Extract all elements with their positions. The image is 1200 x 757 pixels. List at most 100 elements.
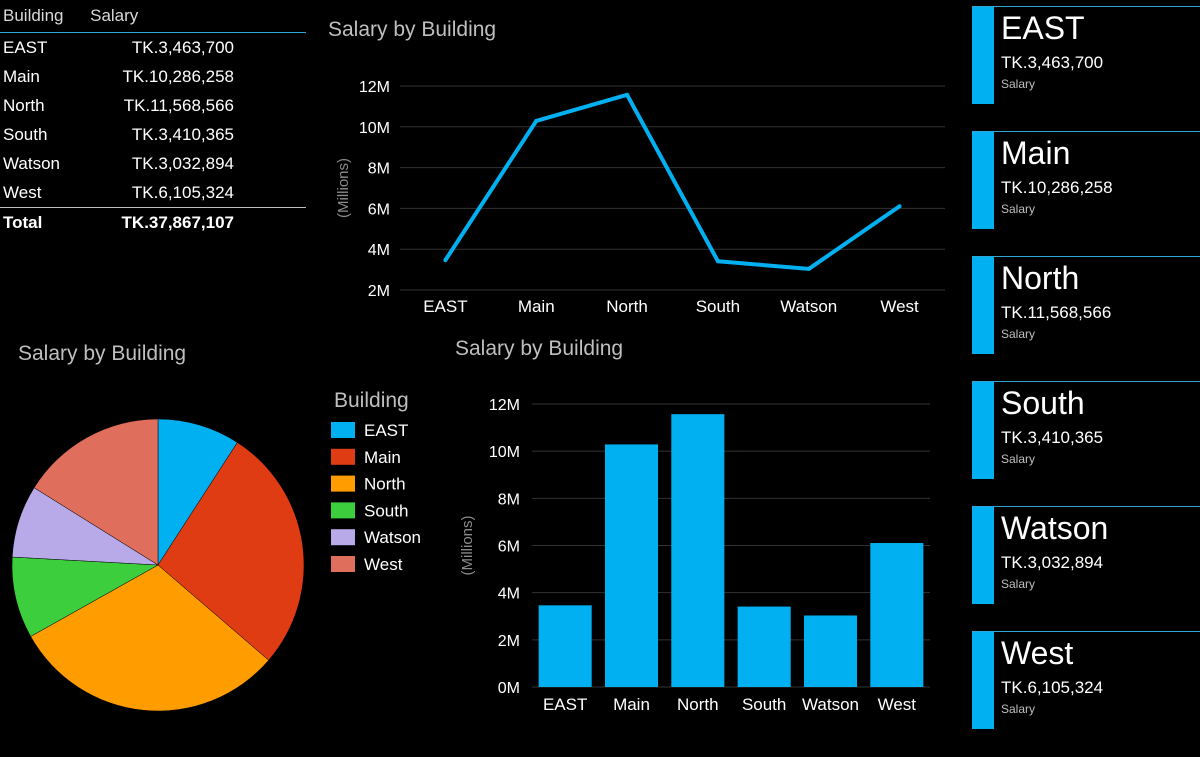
y-axis-label: (Millions)	[459, 515, 476, 575]
cell-salary: TK.3,032,894	[131, 153, 234, 173]
y-tick-label: 8M	[368, 161, 390, 178]
bar	[604, 444, 659, 687]
card-title: Main	[1001, 135, 1071, 171]
data-point	[625, 92, 630, 97]
data-point	[443, 258, 448, 263]
card-label: Salary	[1001, 452, 1036, 466]
data-point	[534, 118, 539, 123]
card-watson[interactable]: Watson TK.3,032,894 Salary	[972, 506, 1200, 604]
legend-label: North	[364, 475, 406, 494]
y-tick-label: 8M	[498, 491, 520, 508]
x-tick-label: South	[696, 297, 740, 316]
pie-chart-title: Salary by Building	[18, 342, 187, 365]
x-tick-label: West	[878, 695, 917, 714]
bar	[870, 543, 924, 687]
legend-swatch	[331, 529, 355, 546]
y-tick-label: 2M	[498, 633, 520, 650]
card-south[interactable]: South TK.3,410,365 Salary	[972, 381, 1200, 479]
x-tick-label: North	[677, 695, 719, 714]
legend-label: Watson	[364, 528, 421, 547]
total-value: TK.37,867,107	[80, 207, 306, 238]
y-tick-label: 6M	[368, 201, 390, 218]
x-tick-label: Watson	[780, 297, 837, 316]
card-west[interactable]: West TK.6,105,324 Salary	[972, 631, 1200, 729]
card-label: Salary	[1001, 577, 1036, 591]
line-chart-title: Salary by Building	[328, 18, 497, 41]
x-tick-label: Main	[518, 297, 555, 316]
legend-swatch	[331, 556, 355, 572]
pie-chart: Building EAST Main North South Watson West	[11, 389, 421, 712]
bar-chart: 0M 2M 4M 6M 8M 10M 12M (Millions) EAST Main North S…	[459, 397, 930, 714]
card-accent-bar	[972, 257, 994, 354]
x-tick-label: EAST	[423, 297, 467, 316]
x-tick-label: Main	[613, 695, 650, 714]
bar	[737, 606, 791, 687]
table-row: South TK.3,410,365	[0, 120, 306, 149]
y-tick-label: 10M	[359, 120, 390, 137]
legend-swatch	[331, 422, 355, 438]
legend-label: West	[364, 555, 403, 574]
bar	[803, 615, 858, 687]
card-accent-bar	[972, 382, 994, 479]
legend-label: EAST	[364, 421, 408, 440]
bar-chart-title: Salary by Building	[455, 337, 624, 360]
card-value: TK.3,410,365	[1001, 428, 1104, 447]
table-row: EAST TK.3,463,700	[0, 33, 306, 63]
legend-title: Building	[334, 389, 409, 412]
card-east[interactable]: EAST TK.3,463,700 Salary	[972, 6, 1200, 104]
total-label: Total	[0, 207, 81, 238]
card-title: West	[1001, 635, 1074, 671]
card-title: South	[1001, 385, 1085, 421]
card-value: TK.10,286,258	[1001, 178, 1113, 197]
card-label: Salary	[1001, 202, 1036, 216]
card-title: EAST	[1001, 10, 1085, 46]
cell-building: West	[3, 182, 42, 202]
table-total-row: Total TK.37,867,107	[0, 207, 306, 238]
y-tick-label: 12M	[489, 397, 520, 414]
table-row: North TK.11,568,566	[0, 91, 306, 120]
card-main[interactable]: Main TK.10,286,258 Salary	[972, 131, 1200, 229]
y-tick-label: 4M	[368, 242, 390, 259]
card-value: TK.11,568,566	[1001, 303, 1112, 322]
table-header-row: Building Salary	[0, 0, 306, 33]
x-tick-label: West	[880, 297, 919, 316]
legend-swatch	[331, 448, 355, 465]
y-tick-label: 6M	[498, 539, 520, 556]
x-tick-label: Watson	[802, 695, 859, 714]
cell-salary: TK.6,105,324	[131, 182, 234, 202]
card-value: TK.3,032,894	[1001, 553, 1104, 572]
card-label: Salary	[1001, 327, 1036, 341]
cell-building: Watson	[3, 153, 61, 173]
legend-swatch	[331, 502, 355, 519]
card-accent-bar	[972, 7, 994, 104]
cell-building: Main	[3, 66, 40, 86]
bar	[538, 605, 592, 687]
card-title: Watson	[1001, 510, 1109, 546]
series-line	[443, 92, 901, 271]
card-accent-bar	[972, 507, 994, 604]
column-header-building[interactable]: Building	[0, 0, 81, 33]
cell-salary: TK.3,463,700	[131, 37, 234, 57]
x-tick-label: North	[606, 297, 648, 316]
card-value: TK.6,105,324	[1001, 678, 1104, 697]
cell-salary: TK.11,568,566	[123, 95, 234, 115]
salary-table: Building Salary EAST TK.3,463,700 Main TK.…	[0, 0, 306, 245]
card-label: Salary	[1001, 702, 1036, 716]
line-chart: 2M 4M 6M 8M 10M 12M (Millions) EAST Main North Sou…	[335, 79, 945, 316]
column-header-salary[interactable]: Salary	[80, 0, 306, 33]
y-tick-label: 2M	[368, 283, 390, 300]
data-point	[715, 259, 720, 264]
x-tick-label: South	[742, 695, 786, 714]
y-tick-label: 0M	[498, 680, 520, 697]
card-value: TK.3,463,700	[1001, 53, 1104, 72]
y-axis-label: (Millions)	[335, 158, 352, 218]
legend-label: Main	[364, 448, 401, 467]
legend-swatch	[331, 475, 355, 492]
cell-building: South	[3, 124, 48, 144]
card-north[interactable]: North TK.11,568,566 Salary	[972, 256, 1200, 354]
data-point	[806, 266, 811, 271]
cell-salary: TK.10,286,258	[122, 66, 234, 86]
card-label: Salary	[1001, 77, 1036, 91]
card-title: North	[1001, 260, 1080, 296]
x-tick-label: EAST	[543, 695, 587, 714]
